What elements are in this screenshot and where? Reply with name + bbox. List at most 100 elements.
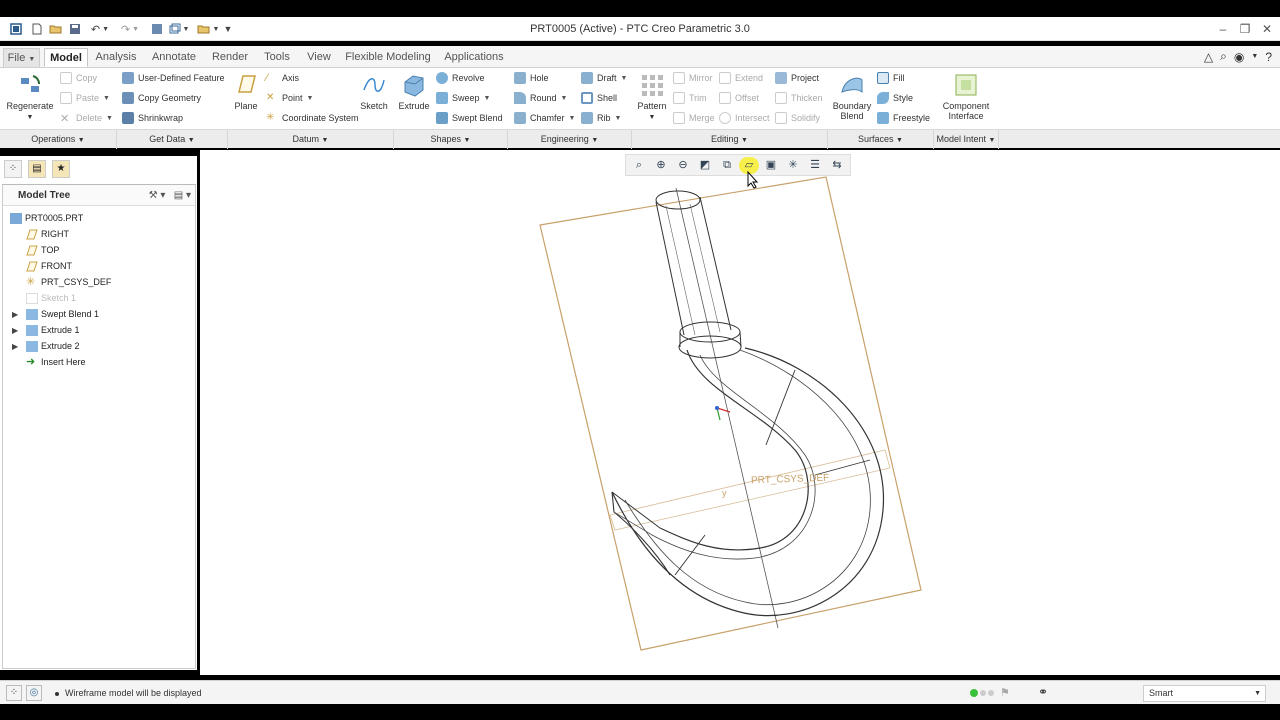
close-button[interactable]: ✕ — [1257, 19, 1277, 39]
component-interface-button[interactable]: Component Interface — [940, 72, 992, 121]
flag-icon[interactable]: ⚑ — [1000, 686, 1010, 699]
extrude-button[interactable]: Extrude — [397, 72, 431, 111]
rib-button[interactable]: Rib ▼ — [581, 112, 621, 124]
help-dropdown-icon[interactable]: ▼ — [1251, 53, 1258, 60]
tab-tools[interactable]: Tools — [259, 48, 295, 67]
navigator-toggle-icon[interactable]: ⁘ — [6, 685, 22, 701]
group-operations[interactable]: Operations ▼ — [0, 130, 117, 149]
tree-filters-icon[interactable]: ▤ ▾ — [174, 190, 191, 201]
tree-item-csys[interactable]: ✳ PRT_CSYS_DEF — [26, 274, 111, 290]
boundary-blend-button[interactable]: Boundary Blend — [831, 72, 873, 121]
zoom-out-icon[interactable]: ⊖ — [673, 157, 693, 174]
regenerate-quick-icon[interactable] — [149, 21, 165, 37]
offset-button[interactable]: Offset — [719, 92, 759, 104]
tree-item-extrude-2[interactable]: Extrude 2 — [26, 338, 80, 354]
tree-item-top[interactable]: TOP — [26, 242, 59, 258]
mirror-button[interactable]: Mirror — [673, 72, 713, 84]
copy-geometry-button[interactable]: Copy Geometry — [122, 92, 201, 104]
folder-browser-tab-icon[interactable]: ▤ — [28, 160, 46, 178]
close-window-quick-icon[interactable]: ▼ — [196, 21, 220, 37]
paste-button[interactable]: Paste ▼ — [60, 92, 110, 104]
point-button[interactable]: ✕ Point ▼ — [266, 92, 313, 104]
save-icon[interactable] — [67, 21, 83, 37]
help-center-icon[interactable]: ◉ — [1234, 50, 1244, 64]
help-icon[interactable]: ? — [1265, 50, 1272, 64]
freestyle-button[interactable]: Freestyle — [877, 112, 930, 124]
collapse-ribbon-icon[interactable]: △ — [1204, 50, 1213, 64]
hole-button[interactable]: Hole — [514, 72, 549, 84]
view-manager-icon[interactable]: ▣ — [761, 157, 781, 174]
tree-item-extrude-1[interactable]: Extrude 1 — [26, 322, 80, 338]
favorites-tab-icon[interactable]: ★ — [52, 160, 70, 178]
group-datum[interactable]: Datum ▼ — [228, 130, 394, 149]
graphics-area[interactable]: PRT_CSYS_DEF y — [200, 150, 1280, 675]
tree-item-swept-blend[interactable]: Swept Blend 1 — [26, 306, 99, 322]
hook-wireframe-model[interactable] — [200, 150, 1280, 675]
copy-button[interactable]: Copy — [60, 72, 97, 84]
axis-button[interactable]: ⁄ Axis — [266, 72, 299, 84]
style-button[interactable]: Style — [877, 92, 913, 104]
tab-model[interactable]: Model — [44, 48, 88, 67]
tree-item-front[interactable]: FRONT — [26, 258, 72, 274]
tab-render[interactable]: Render — [208, 48, 252, 67]
plane-button[interactable]: Plane — [232, 72, 260, 111]
group-get-data[interactable]: Get Data ▼ — [117, 130, 228, 149]
trim-button[interactable]: Trim — [673, 92, 707, 104]
browser-toggle-icon[interactable]: ◎ — [26, 685, 42, 701]
display-style-icon[interactable]: ⧉ — [717, 157, 737, 174]
group-model-intent[interactable]: Model Intent ▼ — [934, 130, 999, 149]
tree-settings-icon[interactable]: ⚒ ▾ — [149, 190, 166, 201]
tab-flexible-modeling[interactable]: Flexible Modeling — [343, 48, 433, 67]
thicken-button[interactable]: Thicken — [775, 92, 823, 104]
tab-view[interactable]: View — [302, 48, 336, 67]
search-icon[interactable]: ⌕ — [1220, 49, 1227, 64]
redo-icon[interactable]: ↷ ▼ — [118, 21, 142, 37]
tree-item-sketch[interactable]: Sketch 1 — [26, 290, 76, 306]
pattern-button[interactable]: Pattern ▼ — [636, 72, 668, 121]
repaint-icon[interactable]: ◩ — [695, 157, 715, 174]
tab-file[interactable]: File ▼ — [3, 48, 40, 67]
tab-annotate[interactable]: Annotate — [148, 48, 200, 67]
windows-icon[interactable]: ▼ — [167, 21, 191, 37]
merge-button[interactable]: Merge — [673, 112, 715, 124]
zoom-in-icon[interactable]: ⊕ — [651, 157, 671, 174]
group-editing[interactable]: Editing ▼ — [632, 130, 828, 149]
intersect-button[interactable]: Intersect — [719, 112, 770, 124]
shell-button[interactable]: Shell — [581, 92, 617, 104]
group-engineering[interactable]: Engineering ▼ — [508, 130, 632, 149]
datum-display-filters-icon[interactable]: ✳ — [783, 157, 803, 174]
revolve-button[interactable]: Revolve — [436, 72, 485, 84]
annotation-display-icon[interactable]: ☰ — [805, 157, 825, 174]
app-icon[interactable] — [8, 21, 24, 37]
regeneration-status-icon[interactable] — [970, 689, 994, 697]
coordinate-system-button[interactable]: ✳ Coordinate System — [266, 112, 359, 124]
expand-extrude-1-icon[interactable]: ▶ — [12, 326, 18, 335]
fill-button[interactable]: Fill — [877, 72, 905, 84]
tree-item-insert-here[interactable]: ➜ Insert Here — [26, 354, 86, 370]
open-folder-icon[interactable] — [48, 21, 64, 37]
user-defined-feature-button[interactable]: User-Defined Feature — [122, 72, 225, 84]
tree-item-right[interactable]: RIGHT — [26, 226, 69, 242]
group-shapes[interactable]: Shapes ▼ — [394, 130, 508, 149]
project-button[interactable]: Project — [775, 72, 819, 84]
shrinkwrap-button[interactable]: Shrinkwrap — [122, 112, 183, 124]
expand-swept-blend-icon[interactable]: ▶ — [12, 310, 18, 319]
expand-extrude-2-icon[interactable]: ▶ — [12, 342, 18, 351]
selection-filter-dropdown[interactable]: Smart ▼ — [1143, 685, 1266, 702]
undo-icon[interactable]: ↶ ▼ — [88, 21, 112, 37]
refit-icon[interactable]: ⌕ — [629, 157, 649, 174]
customize-toolbar-icon[interactable]: ▼ — [220, 21, 236, 37]
tab-applications[interactable]: Applications — [440, 48, 508, 67]
regenerate-button[interactable]: Regenerate ▼ — [5, 72, 55, 121]
spin-center-icon[interactable]: ⇆ — [827, 157, 847, 174]
chamfer-button[interactable]: Chamfer ▼ — [514, 112, 575, 124]
find-binoculars-icon[interactable]: ⚭ — [1038, 685, 1048, 699]
draft-button[interactable]: Draft ▼ — [581, 72, 627, 84]
swept-blend-button[interactable]: Swept Blend — [436, 112, 503, 124]
extend-button[interactable]: Extend — [719, 72, 763, 84]
sweep-button[interactable]: Sweep ▼ — [436, 92, 490, 104]
model-tree-tab-icon[interactable]: ⁘ — [4, 160, 22, 178]
tree-item-part[interactable]: PRT0005.PRT — [10, 210, 83, 226]
sketch-button[interactable]: Sketch — [358, 72, 390, 111]
group-surfaces[interactable]: Surfaces ▼ — [828, 130, 934, 149]
